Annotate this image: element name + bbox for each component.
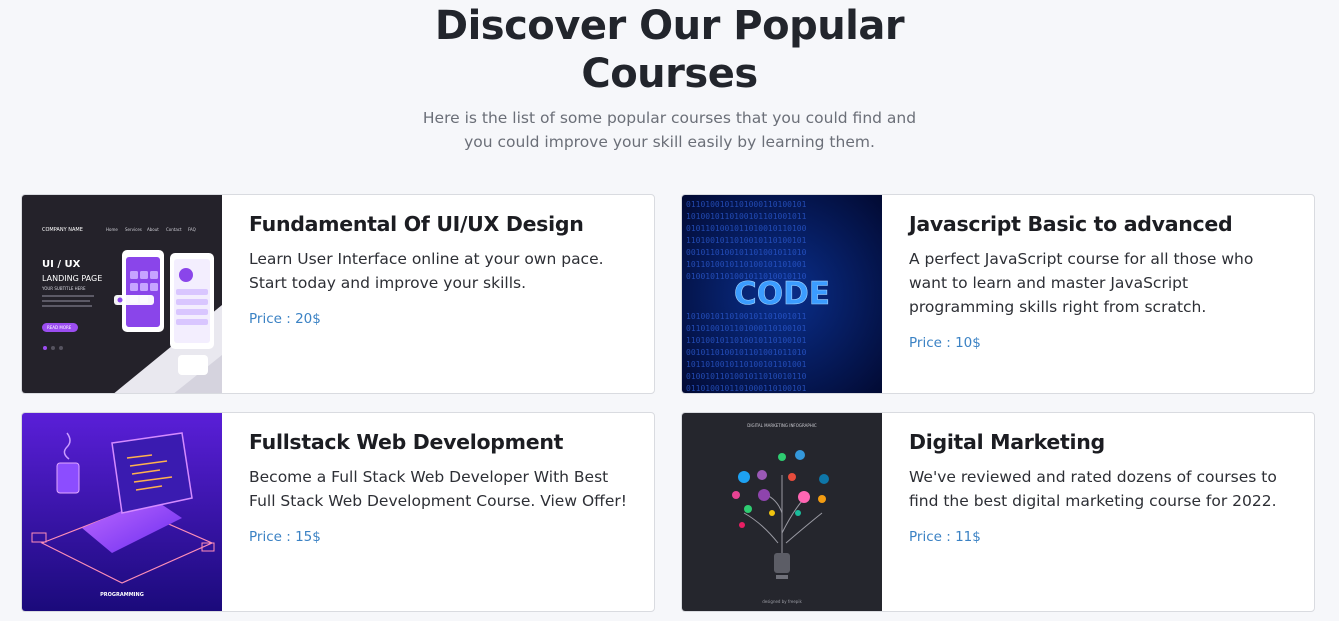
svg-text:COMPANY NAME: COMPANY NAME bbox=[42, 227, 83, 233]
svg-text:About: About bbox=[147, 227, 159, 232]
svg-text:FAQ: FAQ bbox=[188, 227, 196, 232]
svg-text:1101001011010010110100101: 1101001011010010110100101 bbox=[686, 236, 807, 245]
course-title[interactable]: Fullstack Web Development bbox=[249, 427, 638, 457]
svg-text:YOUR SUBTITLE HERE: YOUR SUBTITLE HERE bbox=[41, 286, 86, 291]
course-thumbnail-fullstack: PROGRAMMING bbox=[22, 413, 222, 611]
svg-text:UI / UX: UI / UX bbox=[42, 259, 81, 270]
svg-text:1011010010110100101101001: 1011010010110100101101001 bbox=[686, 360, 807, 369]
course-description: Learn User Interface online at your own … bbox=[249, 250, 604, 292]
svg-text:0101101001011010010110100: 0101101001011010010110100 bbox=[686, 224, 807, 233]
course-description: We've reviewed and rated dozens of cours… bbox=[909, 468, 1277, 510]
course-description: Become a Full Stack Web Developer With B… bbox=[249, 468, 627, 510]
svg-text:CODE: CODE bbox=[734, 276, 830, 312]
course-description: A perfect JavaScript course for all thos… bbox=[909, 250, 1254, 316]
course-thumbnail-javascript: 0110100101101000110100101 10100101101001… bbox=[682, 195, 882, 393]
course-card-body: Fullstack Web Development Become a Full … bbox=[249, 427, 638, 545]
course-card-javascript[interactable]: 0110100101101000110100101 10100101101001… bbox=[681, 194, 1315, 394]
svg-text:READ MORE: READ MORE bbox=[47, 325, 72, 330]
subtitle-line-2: you could improve your skill easily by l… bbox=[464, 133, 875, 151]
svg-text:Services: Services bbox=[125, 227, 142, 232]
course-card-body: Fundamental Of UI/UX Design Learn User I… bbox=[249, 209, 638, 327]
course-thumbnail-uiux: COMPANY NAME Home Services About Contact… bbox=[22, 195, 222, 393]
subtitle-line-1: Here is the list of some popular courses… bbox=[422, 109, 917, 127]
heading-line-1: Discover Our Popular bbox=[434, 3, 905, 49]
svg-text:PROGRAMMING: PROGRAMMING bbox=[100, 592, 144, 598]
course-card-body: Javascript Basic to advanced A perfect J… bbox=[909, 209, 1298, 351]
svg-text:0100101101001011010010110: 0100101101001011010010110 bbox=[686, 372, 807, 381]
section-heading: Discover Our Popular Courses bbox=[0, 2, 1339, 98]
svg-text:DIGITAL MARKETING INFOGRAPHIC: DIGITAL MARKETING INFOGRAPHIC bbox=[747, 423, 817, 428]
svg-text:1010010110100101101001011: 1010010110100101101001011 bbox=[686, 212, 807, 221]
svg-text:0010110100101101001011010: 0010110100101101001011010 bbox=[686, 248, 807, 257]
svg-text:0010110100101101001011010: 0010110100101101001011010 bbox=[686, 348, 807, 357]
svg-text:Contact: Contact bbox=[166, 227, 182, 232]
svg-text:0110100101101000110100101: 0110100101101000110100101 bbox=[686, 200, 807, 209]
course-card-body: Digital Marketing We've reviewed and rat… bbox=[909, 427, 1298, 545]
svg-text:LANDING PAGE: LANDING PAGE bbox=[42, 274, 102, 283]
course-title[interactable]: Digital Marketing bbox=[909, 427, 1298, 457]
svg-text:0110100101101000110100101: 0110100101101000110100101 bbox=[686, 384, 807, 393]
course-card-uiux[interactable]: COMPANY NAME Home Services About Contact… bbox=[21, 194, 655, 394]
course-price: Price : 11$ bbox=[909, 529, 981, 545]
course-thumbnail-digital-marketing: DIGITAL MARKETING INFOGRAPHIC designed b… bbox=[682, 413, 882, 611]
course-card-digital-marketing[interactable]: DIGITAL MARKETING INFOGRAPHIC designed b… bbox=[681, 412, 1315, 612]
section-subtitle: Here is the list of some popular courses… bbox=[0, 106, 1339, 154]
heading-line-2: Courses bbox=[581, 51, 758, 97]
course-price: Price : 10$ bbox=[909, 335, 981, 351]
course-price: Price : 15$ bbox=[249, 529, 321, 545]
course-title[interactable]: Javascript Basic to advanced bbox=[909, 209, 1298, 239]
svg-text:1101001011010010110100101: 1101001011010010110100101 bbox=[686, 336, 807, 345]
svg-text:1011010010110100101101001: 1011010010110100101101001 bbox=[686, 260, 807, 269]
course-title[interactable]: Fundamental Of UI/UX Design bbox=[249, 209, 638, 239]
svg-text:Home: Home bbox=[106, 227, 118, 232]
course-price: Price : 20$ bbox=[249, 311, 321, 327]
course-card-fullstack[interactable]: PROGRAMMING Fullstack Web Development Be… bbox=[21, 412, 655, 612]
svg-text:designed by freepik: designed by freepik bbox=[762, 599, 802, 604]
svg-text:0110100101101000110100101: 0110100101101000110100101 bbox=[686, 324, 807, 333]
svg-text:1010010110100101101001011: 1010010110100101101001011 bbox=[686, 312, 807, 321]
